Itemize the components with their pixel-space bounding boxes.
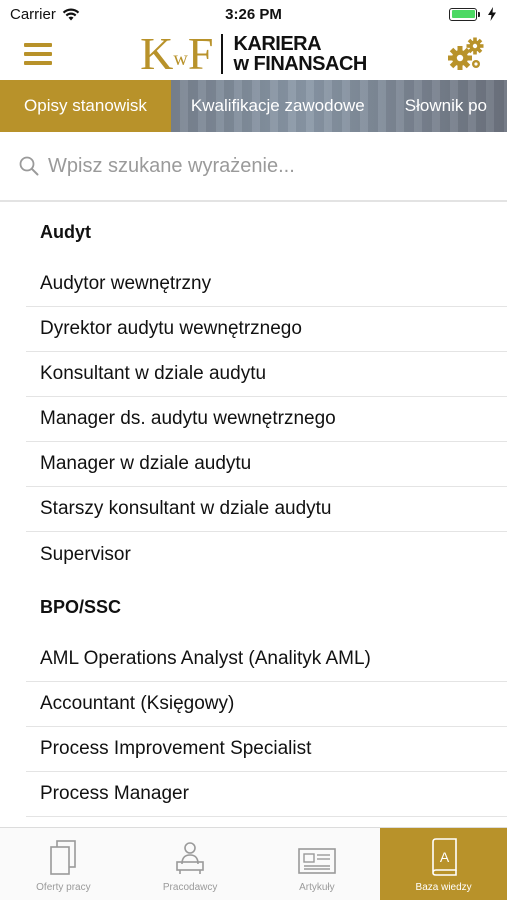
hamburger-menu-button[interactable] — [22, 40, 54, 68]
tabbar-label: Artykuły — [299, 882, 335, 893]
section-header-bpo-ssc: BPO/SSC — [40, 596, 122, 617]
list-item[interactable]: Manager ds. audytu wewnętrznego — [26, 397, 507, 442]
logo-line-2: w FINANSACH — [233, 53, 367, 75]
battery-icon — [449, 7, 480, 21]
carrier-label: Carrier — [10, 5, 56, 23]
book-icon: A — [431, 838, 457, 876]
hamburger-line — [24, 61, 52, 65]
tabbar-artykuly[interactable]: Artykuły — [254, 828, 381, 900]
list-item[interactable]: Dyrektor audytu wewnętrznego — [26, 307, 507, 352]
logo-line-1: KARIERA — [233, 33, 322, 55]
list-item[interactable]: Process Manager — [26, 772, 507, 817]
tabbar-label: Oferty pracy — [36, 882, 91, 893]
tab-slownik[interactable]: Słownik po — [385, 80, 507, 132]
svg-text:A: A — [439, 849, 449, 865]
tab-kwalifikacje-zawodowe[interactable]: Kwalifikacje zawodowe — [171, 80, 385, 132]
list-item[interactable]: Process Improvement Specialist — [26, 727, 507, 772]
documents-icon — [50, 840, 77, 875]
positions-list: Audyt Audytor wewnętrzny Dyrektor audytu… — [26, 202, 507, 817]
charging-icon — [488, 7, 496, 21]
section-header-audyt: Audyt — [40, 221, 91, 242]
list-item[interactable]: AML Operations Analyst (Analityk AML) — [26, 637, 507, 682]
tabbar-label: Baza wiedzy — [415, 882, 472, 893]
logo-divider — [221, 34, 224, 74]
search-input[interactable] — [48, 154, 468, 178]
tabbar-pracodawcy[interactable]: Pracodawcy — [127, 828, 254, 900]
logo-text: KARIERA w FINANSACH — [233, 33, 367, 75]
settings-gear-icon[interactable] — [447, 36, 485, 72]
search-bar — [0, 132, 507, 202]
status-bar: Carrier 3:26 PM — [0, 0, 507, 28]
wifi-icon — [62, 8, 80, 20]
search-icon — [19, 156, 39, 176]
hamburger-line — [24, 43, 52, 47]
status-right — [449, 7, 497, 21]
list-item[interactable]: Manager w dziale audytu — [26, 442, 507, 487]
newspaper-icon — [298, 848, 336, 874]
hamburger-line — [24, 52, 52, 56]
list-item[interactable]: Accountant (Księgowy) — [26, 682, 507, 727]
list-item[interactable]: Audytor wewnętrzny — [26, 262, 507, 307]
app-header: KwF KARIERA w FINANSACH — [0, 28, 507, 80]
tabbar-baza-wiedzy[interactable]: A Baza wiedzy — [380, 828, 507, 900]
tab-opisy-stanowisk[interactable]: Opisy stanowisk — [0, 80, 171, 132]
list-item[interactable]: Starszy konsultant w dziale audytu — [26, 487, 507, 532]
category-tabs: Opisy stanowisk Kwalifikacje zawodowe Sł… — [0, 80, 507, 132]
list-item[interactable]: Supervisor — [26, 532, 507, 577]
status-left: Carrier — [10, 6, 80, 23]
app-logo: KwF KARIERA w FINANSACH — [140, 31, 367, 77]
list-item[interactable]: Konsultant w dziale audytu — [26, 352, 507, 397]
bottom-tab-bar: Oferty pracy Pracodawcy Artykuły A Baza … — [0, 827, 507, 900]
tabbar-label: Pracodawcy — [162, 882, 218, 893]
employer-icon — [176, 842, 204, 874]
logo-mark: KwF — [140, 28, 213, 79]
tabbar-oferty-pracy[interactable]: Oferty pracy — [0, 828, 127, 900]
